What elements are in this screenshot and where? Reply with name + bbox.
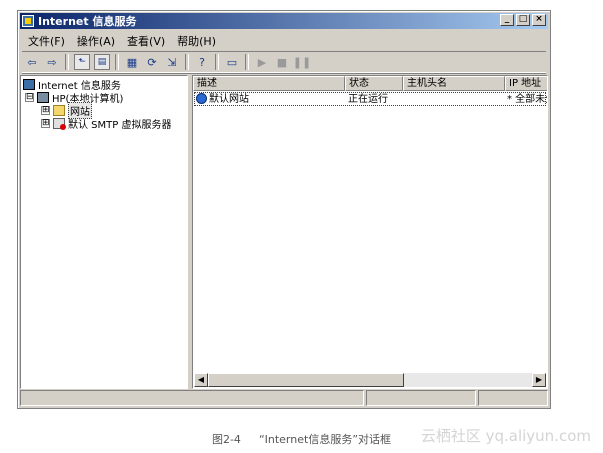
tree-label-smtp: 默认 SMTP 虚拟服务器: [68, 120, 172, 131]
menu-file[interactable]: 文件(F): [22, 33, 71, 49]
smtp-server-icon: [53, 118, 66, 130]
figure-number: 图2-4: [211, 433, 241, 446]
show-tree-icon[interactable]: ▤: [94, 54, 110, 70]
stop-icon[interactable]: ■: [274, 54, 290, 70]
minimize-button[interactable]: _: [500, 14, 514, 26]
row-host: [406, 93, 504, 106]
computer-icon[interactable]: ▭: [224, 54, 240, 70]
status-pane-secondary: [366, 390, 476, 406]
scroll-left-button[interactable]: ◀: [194, 373, 208, 387]
toolbar-separator: [185, 54, 189, 70]
help-icon[interactable]: ?: [194, 54, 210, 70]
row-description-cell[interactable]: 默认网站: [196, 93, 344, 106]
toolbar-separator: [245, 54, 249, 70]
folder-icon: [53, 105, 65, 116]
window-controls: _ □ ×: [500, 14, 546, 26]
iis-app-icon: [22, 15, 34, 27]
column-header-description[interactable]: 描述: [193, 76, 345, 91]
properties-icon[interactable]: ▦: [124, 54, 140, 70]
toolbar-separator: [215, 54, 219, 70]
scroll-thumb[interactable]: [208, 373, 404, 387]
tree-pane[interactable]: Internet 信息服务 ⊟ HP(本地计算机) ⊞ 网站 ⊞ 默认 SMTP…: [20, 75, 188, 389]
row-ip: * 全部未分: [507, 94, 547, 105]
expand-icon[interactable]: ⊞: [41, 119, 50, 128]
menu-action[interactable]: 操作(A): [71, 33, 121, 49]
menu-bar: 文件(F) 操作(A) 查看(V) 帮助(H): [22, 32, 546, 49]
column-header-status[interactable]: 状态: [345, 76, 403, 91]
figure-text: “Internet信息服务”对话框: [258, 433, 392, 446]
back-arrow-icon[interactable]: ⇦: [24, 54, 40, 70]
export-icon[interactable]: ⇲: [164, 54, 180, 70]
list-pane[interactable]: 描述 状态 主机头名 IP 地址 默认网站 正在运行 * 全部未分 ◀ ▶: [192, 75, 548, 389]
title-bar[interactable]: Internet 信息服务 _ □ ×: [20, 13, 548, 29]
collapse-icon[interactable]: ⊟: [25, 93, 34, 102]
toolbar: ⇦ ⇨ ⬑ ▤ ▦ ⟳ ⇲ ? ▭ ▶ ■ ❚❚: [22, 51, 546, 73]
menu-help[interactable]: 帮助(H): [171, 33, 222, 49]
maximize-button[interactable]: □: [516, 14, 530, 26]
pause-icon[interactable]: ❚❚: [293, 54, 311, 70]
play-icon[interactable]: ▶: [254, 54, 270, 70]
refresh-icon[interactable]: ⟳: [144, 54, 160, 70]
toolbar-separator: [115, 54, 119, 70]
tree-item-smtp[interactable]: ⊞ 默认 SMTP 虚拟服务器: [41, 117, 172, 131]
horizontal-scrollbar[interactable]: ◀ ▶: [194, 373, 546, 387]
row-status: 正在运行: [348, 94, 388, 105]
up-folder-icon[interactable]: ⬑: [74, 54, 90, 70]
status-bar: [20, 390, 548, 406]
iis-icon: [23, 79, 35, 90]
status-pane-tertiary: [478, 390, 548, 406]
watermark: 云栖社区 yq.aliyun.com: [420, 427, 591, 445]
globe-icon: [196, 93, 207, 104]
menu-view[interactable]: 查看(V): [121, 33, 171, 49]
row-description: 默认网站: [209, 94, 249, 105]
status-pane-main: [20, 390, 364, 406]
computer-node-icon: [37, 92, 49, 103]
scroll-right-button[interactable]: ▶: [532, 373, 546, 387]
toolbar-separator: [65, 54, 69, 70]
column-header-ip[interactable]: IP 地址: [505, 76, 547, 91]
forward-arrow-icon[interactable]: ⇨: [44, 54, 60, 70]
window-title: Internet 信息服务: [38, 15, 137, 28]
column-header-host[interactable]: 主机头名: [403, 76, 505, 91]
iis-window: Internet 信息服务 _ □ × 文件(F) 操作(A) 查看(V) 帮助…: [17, 10, 551, 409]
expand-icon[interactable]: ⊞: [41, 106, 50, 115]
close-button[interactable]: ×: [532, 14, 546, 26]
